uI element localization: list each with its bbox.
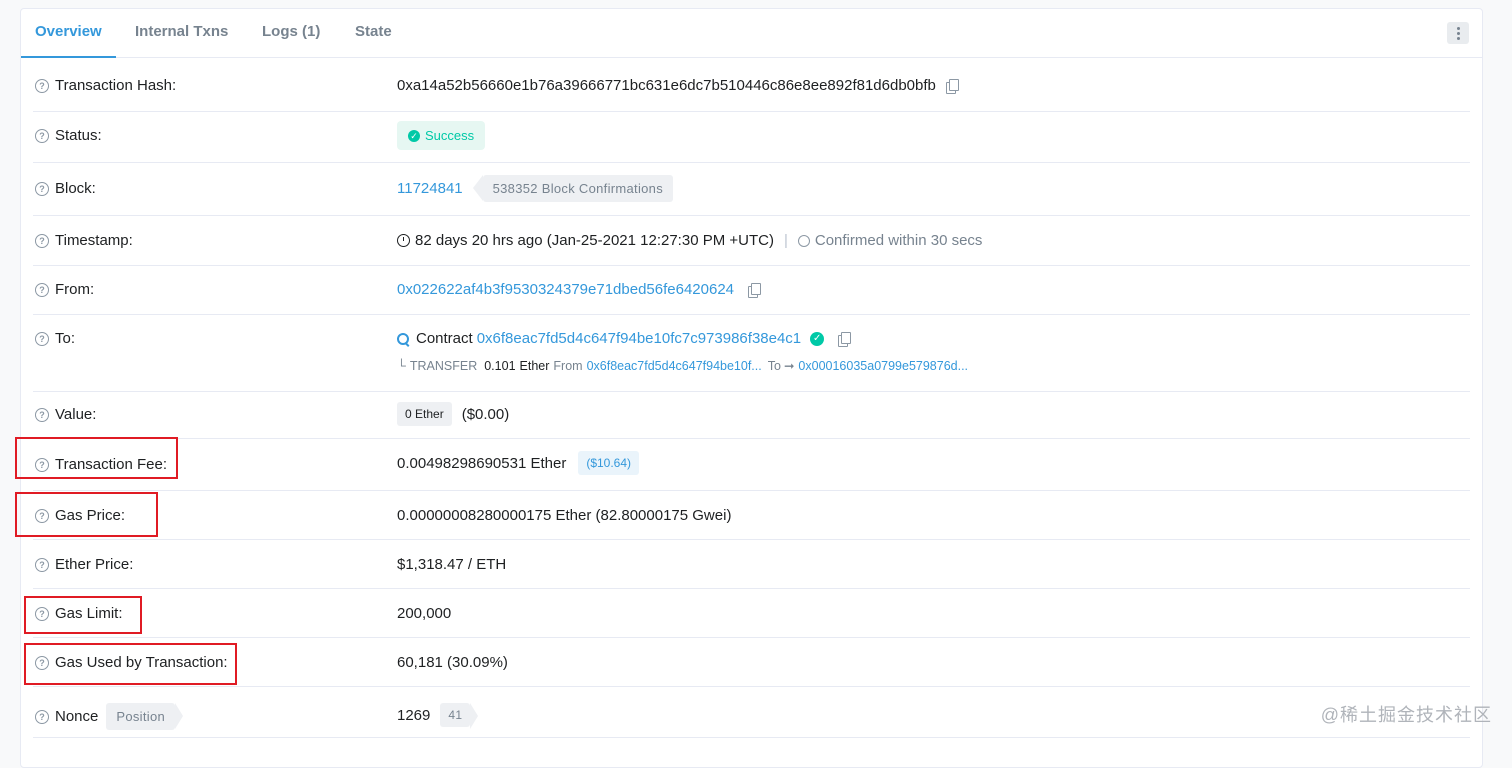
tab-bar: Overview Internal Txns Logs (1) State [21, 9, 1482, 58]
tab-overview[interactable]: Overview [35, 9, 102, 57]
transfer-amount: 0.101 [484, 359, 515, 373]
highlight-box-gas-price [15, 492, 158, 537]
transaction-hash-value: 0xa14a52b56660e1b76a39666771bc631e6dc7b5… [397, 77, 936, 94]
gas-used-value: 60,181 (30.09%) [397, 654, 508, 671]
row-status: ? Status: ✓ Success [33, 112, 1470, 163]
branch-icon: └ [397, 359, 406, 373]
highlight-box-gas-limit [24, 596, 142, 634]
help-icon[interactable]: ? [35, 234, 49, 248]
transaction-details-card: Overview Internal Txns Logs (1) State ? … [20, 8, 1483, 768]
gas-price-value: 0.00000008280000175 Ether (82.80000175 G… [397, 507, 731, 524]
row-transaction-hash: ? Transaction Hash: 0xa14a52b56660e1b76a… [33, 61, 1470, 112]
transfer-from-link[interactable]: 0x6f8eac7fd5d4c647f94be10f... [587, 359, 762, 373]
token-transfer-line: └ TRANSFER 0.101 Ether From 0x6f8eac7fd5… [397, 358, 968, 373]
check-circle-icon: ✓ [408, 130, 420, 142]
block-confirmations-badge: 538352 Block Confirmations [483, 175, 673, 202]
row-nonce: ? Nonce Position 1269 41 [33, 687, 1470, 738]
arrow-right-icon: ➞ [784, 358, 794, 373]
row-gas-price: ? Gas Price: 0.00000008280000175 Ether (… [33, 491, 1470, 540]
help-icon[interactable]: ? [35, 408, 49, 422]
transaction-hash-label: ? Transaction Hash: [35, 77, 176, 94]
value-usd: ($0.00) [462, 406, 510, 423]
status-label: ? Status: [35, 127, 102, 144]
separator: | [784, 232, 788, 249]
watermark: @稀土掘金技术社区 [1321, 701, 1492, 727]
block-label: ? Block: [35, 180, 96, 197]
row-from: ? From: 0x022622af4b3f9530324379e71dbed5… [33, 266, 1470, 315]
to-label: ? To: [35, 330, 75, 347]
position-index-tag: 41 [440, 703, 470, 727]
help-icon[interactable]: ? [35, 79, 49, 93]
row-gas-limit: ? Gas Limit: 200,000 [33, 589, 1470, 638]
timestamp-value: 82 days 20 hrs ago (Jan-25-2021 12:27:30… [415, 232, 774, 249]
row-gas-used: ? Gas Used by Transaction: 60,181 (30.09… [33, 638, 1470, 687]
timestamp-label: ? Timestamp: [35, 232, 133, 249]
copy-icon[interactable] [946, 80, 956, 92]
help-icon[interactable]: ? [35, 710, 49, 724]
copy-icon[interactable] [748, 284, 758, 296]
contract-prefix: Contract [416, 330, 473, 347]
row-to: ? To: Contract 0x6f8eac7fd5d4c647f94be10… [33, 315, 1470, 392]
highlight-box-gas-used [24, 643, 237, 685]
transaction-fee-value: 0.00498298690531 Ether [397, 455, 566, 472]
ether-price-value: $1,318.47 / ETH [397, 556, 506, 573]
nonce-value: 1269 [397, 707, 430, 724]
verified-check-icon: ✓ [810, 332, 824, 346]
help-icon[interactable]: ? [35, 129, 49, 143]
row-block: ? Block: 11724841 538352 Block Confirmat… [33, 163, 1470, 216]
transfer-to-label: To [768, 359, 781, 373]
contract-search-icon [397, 333, 409, 345]
row-value: ? Value: 0 Ether ($0.00) [33, 392, 1470, 439]
help-icon[interactable]: ? [35, 558, 49, 572]
stopwatch-icon [798, 235, 810, 247]
position-tag: Position [106, 703, 175, 730]
help-icon[interactable]: ? [35, 182, 49, 196]
row-ether-price: ? Ether Price: $1,318.47 / ETH [33, 540, 1470, 589]
row-transaction-fee: ? Transaction Fee: 0.00498298690531 Ethe… [33, 439, 1470, 491]
transfer-unit: Ether [520, 359, 550, 373]
block-number-link[interactable]: 11724841 [397, 180, 463, 197]
contract-address-link[interactable]: 0x6f8eac7fd5d4c647f94be10fc7c973986f38e4… [477, 330, 801, 347]
tab-logs[interactable]: Logs (1) [262, 9, 320, 57]
tab-state[interactable]: State [355, 9, 392, 57]
nonce-label: ? Nonce Position [35, 703, 175, 730]
copy-icon[interactable] [838, 333, 848, 345]
confirmed-within: Confirmed within 30 secs [815, 232, 983, 249]
ether-price-label: ? Ether Price: [35, 556, 133, 573]
value-ether-tag: 0 Ether [397, 402, 452, 426]
highlight-box-transaction-fee [15, 437, 178, 479]
help-icon[interactable]: ? [35, 332, 49, 346]
status-badge: ✓ Success [397, 121, 485, 150]
more-options-button[interactable] [1447, 22, 1469, 44]
from-address-link[interactable]: 0x022622af4b3f9530324379e71dbed56fe64206… [397, 281, 734, 298]
from-label: ? From: [35, 281, 94, 298]
value-label: ? Value: [35, 406, 96, 423]
transfer-kind: TRANSFER [410, 359, 477, 373]
tab-internal-txns[interactable]: Internal Txns [135, 9, 228, 57]
transfer-from-label: From [553, 359, 582, 373]
help-icon[interactable]: ? [35, 283, 49, 297]
transfer-to-link[interactable]: 0x00016035a0799e579876d... [798, 359, 968, 373]
row-timestamp: ? Timestamp: 82 days 20 hrs ago (Jan-25-… [33, 216, 1470, 266]
clock-icon [397, 234, 410, 247]
gas-limit-value: 200,000 [397, 605, 451, 622]
transaction-fee-usd: ($10.64) [578, 451, 639, 475]
